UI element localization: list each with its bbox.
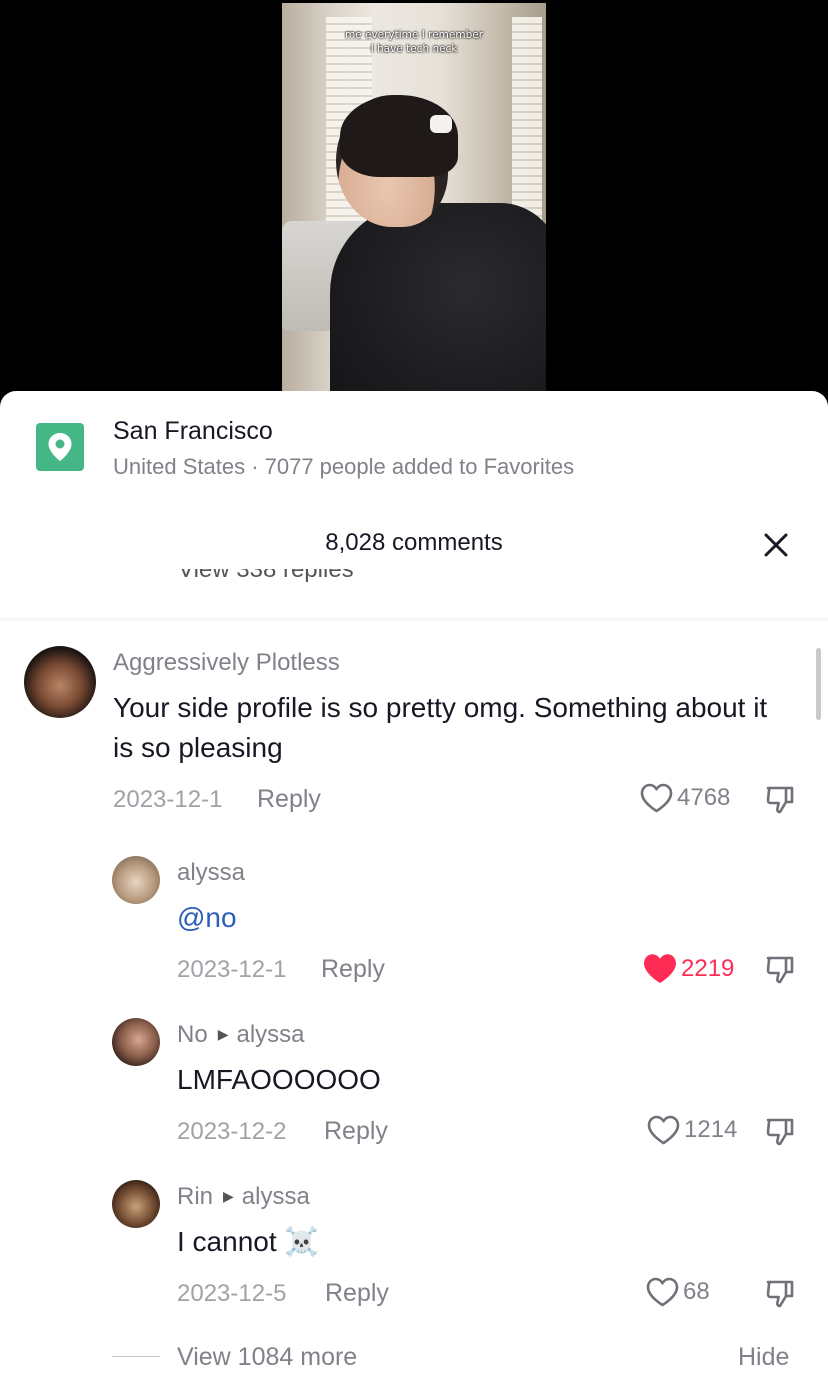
dislike-icon[interactable] — [764, 954, 796, 986]
video-caption: me everytime I remember I have tech neck — [282, 28, 546, 56]
reply-username-line: Rin ▶ alyssa — [177, 1183, 310, 1211]
close-button[interactable] — [760, 529, 792, 561]
like-button[interactable]: 68 — [646, 1277, 710, 1307]
reply-text: @no — [177, 898, 237, 938]
hide-button[interactable]: Hide — [738, 1343, 789, 1372]
dislike-icon[interactable] — [764, 1116, 796, 1148]
view-more-button[interactable]: View 1084 more — [177, 1343, 357, 1372]
comment-date: 2023-12-1 — [113, 786, 223, 813]
comment-text: Your side profile is so pretty omg. Some… — [113, 692, 768, 763]
reply-text: LMFAOOOOOO — [177, 1064, 381, 1095]
mention-link[interactable]: @no — [177, 902, 237, 933]
scroll-divider — [0, 618, 828, 622]
like-count: 68 — [683, 1278, 710, 1305]
video-caption-line1: me everytime I remember — [344, 29, 484, 41]
like-count: 2219 — [681, 954, 735, 982]
location-title[interactable]: San Francisco — [113, 417, 273, 446]
hair-clip — [430, 115, 452, 133]
avatar[interactable] — [112, 1018, 160, 1066]
heart-outline-icon — [640, 783, 673, 813]
view-more-divider — [112, 1356, 160, 1357]
reply-username[interactable]: No — [177, 1021, 208, 1048]
reply-username[interactable]: alyssa — [177, 859, 245, 887]
close-icon — [764, 533, 788, 557]
comments-count: 8,028 comments — [325, 529, 503, 556]
location-pin-icon[interactable] — [36, 423, 84, 471]
like-button[interactable]: 2219 — [643, 953, 734, 984]
comments-sheet: San Francisco United States · 7077 peopl… — [0, 391, 828, 1382]
reply-to-username[interactable]: alyssa — [236, 1021, 304, 1048]
dislike-icon[interactable] — [764, 1278, 796, 1310]
reply-username-line: No ▶ alyssa — [177, 1021, 305, 1049]
heart-filled-icon — [644, 954, 676, 983]
reply-to-arrow-icon: ▶ — [223, 1188, 234, 1204]
comment-username[interactable]: Aggressively Plotless — [113, 649, 340, 677]
location-subtitle: United States · 7077 people added to Fav… — [113, 454, 575, 479]
reply-button[interactable]: Reply — [324, 1117, 388, 1146]
reply-to-arrow-icon: ▶ — [217, 1026, 229, 1042]
heart-outline-icon — [646, 1277, 679, 1307]
person-hair — [340, 95, 458, 177]
like-button[interactable]: 4768 — [640, 783, 730, 813]
avatar[interactable] — [112, 1180, 160, 1228]
view-replies-partial[interactable]: View 338 replies — [178, 569, 354, 591]
reply-button[interactable]: Reply — [321, 955, 385, 984]
like-count: 1214 — [684, 1116, 738, 1143]
like-count: 4768 — [677, 784, 731, 811]
reply-date: 2023-12-2 — [177, 1118, 287, 1145]
dislike-icon[interactable] — [764, 784, 796, 816]
person-body — [330, 203, 546, 391]
video-player[interactable]: me everytime I remember I have tech neck — [282, 3, 546, 391]
scrollbar[interactable] — [816, 648, 821, 720]
reply-username[interactable]: Rin — [177, 1183, 213, 1210]
reply-date: 2023-12-1 — [177, 956, 287, 983]
reply-button[interactable]: Reply — [325, 1279, 389, 1308]
avatar[interactable] — [112, 856, 160, 904]
reply-text: I cannot ☠️ — [177, 1226, 320, 1257]
heart-outline-icon — [647, 1115, 680, 1145]
reply-date: 2023-12-5 — [177, 1280, 287, 1307]
reply-button[interactable]: Reply — [257, 785, 321, 814]
reply-to-username[interactable]: alyssa — [242, 1183, 310, 1210]
like-button[interactable]: 1214 — [647, 1115, 737, 1145]
view-replies-partial-label: View 338 replies — [178, 569, 354, 583]
avatar[interactable] — [24, 646, 96, 718]
video-caption-line2: I have tech neck — [370, 43, 458, 55]
